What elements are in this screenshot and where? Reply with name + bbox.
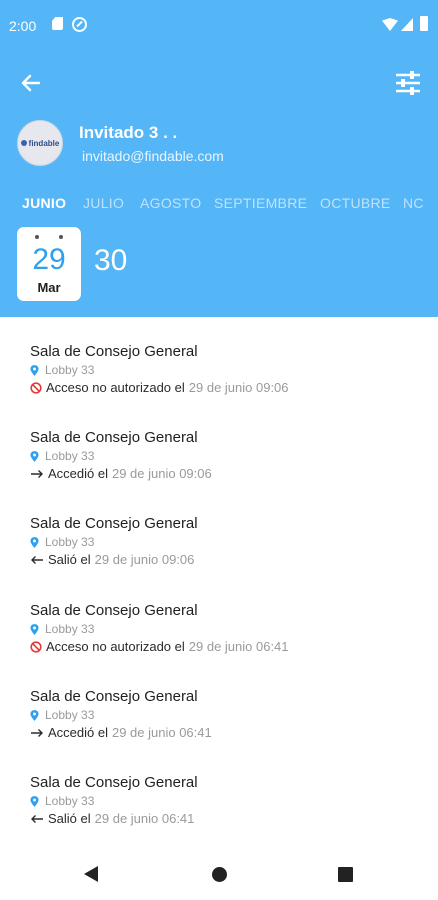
room-name: Sala de Consejo General xyxy=(30,774,198,791)
nav-recents-icon[interactable] xyxy=(338,867,353,882)
event-line: Accedió el 29 de junio 09:06 xyxy=(30,466,212,481)
wifi-icon xyxy=(382,18,398,31)
list-item[interactable]: Sala de Consejo General Lobby 33 Acceso … xyxy=(30,602,410,682)
room-name: Sala de Consejo General xyxy=(30,688,198,705)
tab-noviembre[interactable]: NC xyxy=(403,195,424,211)
user-email: invitado@findable.com xyxy=(82,148,224,164)
location: Lobby 33 xyxy=(30,622,94,636)
nav-home-icon[interactable] xyxy=(212,867,227,882)
tab-octubre[interactable]: OCTUBRE xyxy=(320,195,391,211)
date-day: 29 xyxy=(32,243,66,276)
month-tabs: JUNIO JULIO AGOSTO SEPTIEMBRE OCTUBRE NC xyxy=(0,195,438,217)
arrow-left-icon xyxy=(30,555,44,565)
location-label: Lobby 33 xyxy=(45,622,95,636)
date-card[interactable]: 29 Mar xyxy=(17,227,81,301)
location: Lobby 33 xyxy=(30,449,94,463)
location-label: Lobby 33 xyxy=(45,449,95,463)
tab-junio[interactable]: JUNIO xyxy=(22,195,66,211)
room-name: Sala de Consejo General xyxy=(30,515,198,532)
no-entry-icon xyxy=(30,640,42,653)
event-line: Salió el 29 de junio 09:06 xyxy=(30,552,194,567)
event-text: Accedió el xyxy=(48,725,108,740)
location-label: Lobby 33 xyxy=(45,794,95,808)
signal-icon xyxy=(401,18,413,31)
sd-card-icon xyxy=(52,17,63,30)
arrow-right-icon xyxy=(30,728,44,738)
location: Lobby 33 xyxy=(30,708,94,722)
location: Lobby 33 xyxy=(30,535,94,549)
location-pin-icon xyxy=(30,623,39,635)
event-time: 29 de junio 09:06 xyxy=(188,380,289,395)
event-time: 29 de junio 09:06 xyxy=(111,466,212,481)
event-time: 29 de junio 06:41 xyxy=(94,811,195,826)
event-time: 29 de junio 06:41 xyxy=(111,725,212,740)
list-item[interactable]: Sala de Consejo General Lobby 33 Salió e… xyxy=(30,774,410,854)
list-item[interactable]: Sala de Consejo General Lobby 33 Salió e… xyxy=(30,515,410,595)
location-label: Lobby 33 xyxy=(45,535,95,549)
location-pin-icon xyxy=(30,709,39,721)
location-pin-icon xyxy=(30,795,39,807)
date-month: Mar xyxy=(37,280,61,295)
calendar-ring-icon xyxy=(35,235,39,239)
tab-agosto[interactable]: AGOSTO xyxy=(140,195,201,211)
location-label: Lobby 33 xyxy=(45,708,95,722)
event-text: Salió el xyxy=(48,811,91,826)
calendar-ring-icon xyxy=(59,235,63,239)
back-button[interactable] xyxy=(18,70,44,96)
status-time: 2:00 xyxy=(9,18,37,34)
findable-logo: findable xyxy=(20,139,59,148)
room-name: Sala de Consejo General xyxy=(30,343,198,360)
tab-julio[interactable]: JULIO xyxy=(83,195,124,211)
nav-back-icon[interactable] xyxy=(84,866,98,882)
arrow-right-icon xyxy=(30,469,44,479)
event-line: Salió el 29 de junio 06:41 xyxy=(30,811,194,826)
location-pin-icon xyxy=(30,536,39,548)
location: Lobby 33 xyxy=(30,794,94,808)
system-nav-bar xyxy=(0,850,438,900)
status-bar: 2:00 xyxy=(0,0,438,52)
no-entry-icon xyxy=(30,381,42,394)
list-item[interactable]: Sala de Consejo General Lobby 33 Accedió… xyxy=(30,429,410,509)
room-name: Sala de Consejo General xyxy=(30,602,198,619)
avatar: findable xyxy=(17,120,63,166)
user-name: Invitado 3 . . xyxy=(79,123,178,142)
event-line: Acceso no autorizado el 29 de junio 06:4… xyxy=(30,639,289,654)
location: Lobby 33 xyxy=(30,363,94,377)
arrow-left-icon xyxy=(30,814,44,824)
location-pin-icon xyxy=(30,450,39,462)
tab-septiembre[interactable]: SEPTIEMBRE xyxy=(214,195,307,211)
list-item[interactable]: Sala de Consejo General Lobby 33 Accedió… xyxy=(30,688,410,768)
event-time: 29 de junio 06:41 xyxy=(188,639,289,654)
header: 2:00 findable Invitado 3 . . invitado@fi… xyxy=(0,0,438,317)
do-not-disturb-icon xyxy=(72,17,87,32)
location-label: Lobby 33 xyxy=(45,363,95,377)
event-text: Accedió el xyxy=(48,466,108,481)
event-text: Acceso no autorizado el xyxy=(46,380,185,395)
location-pin-icon xyxy=(30,364,39,376)
sliders-icon xyxy=(396,71,420,95)
room-name: Sala de Consejo General xyxy=(30,429,198,446)
entry-count: 30 xyxy=(94,244,128,277)
event-line: Acceso no autorizado el 29 de junio 09:0… xyxy=(30,380,289,395)
event-text: Acceso no autorizado el xyxy=(46,639,185,654)
event-time: 29 de junio 09:06 xyxy=(94,552,195,567)
arrow-left-icon xyxy=(21,74,41,92)
event-line: Accedió el 29 de junio 06:41 xyxy=(30,725,212,740)
list-item[interactable]: Sala de Consejo General Lobby 33 Acceso … xyxy=(30,343,410,423)
event-text: Salió el xyxy=(48,552,91,567)
filter-button[interactable] xyxy=(393,68,423,98)
battery-icon xyxy=(420,16,428,31)
